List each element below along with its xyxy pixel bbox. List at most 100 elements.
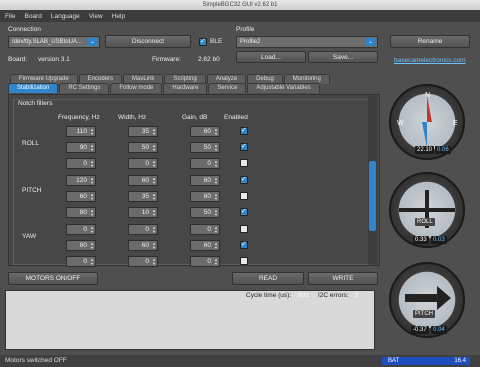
pitch-readout-b: 0.04: [431, 326, 447, 334]
menu-board[interactable]: Board: [24, 13, 41, 20]
notch-spinner[interactable]: 80 ▲ ▼: [190, 191, 220, 202]
window-title: SimpleBGC32 GUI v2.62 b1: [0, 0, 480, 10]
menu-view[interactable]: View: [89, 13, 103, 20]
enabled-checkbox[interactable]: [240, 175, 248, 184]
spinner-arrows-icon[interactable]: ▲ ▼: [214, 144, 218, 152]
spinner-arrows-icon[interactable]: ▲ ▼: [214, 160, 218, 168]
port-select[interactable]: /dev/tty.SLAB_USBtoUA... ⌄: [8, 36, 100, 48]
load-button[interactable]: Load...: [236, 51, 306, 63]
tab-service[interactable]: Service: [208, 83, 247, 93]
write-button[interactable]: WRITE: [308, 272, 378, 285]
enabled-checkbox[interactable]: [240, 240, 248, 249]
notch-spinner[interactable]: 60 ▲ ▼: [190, 240, 220, 251]
spinner-arrows-icon[interactable]: ▲ ▼: [90, 144, 94, 152]
spinner-arrows-icon[interactable]: ▲ ▼: [214, 177, 218, 185]
notch-spinner[interactable]: 90 ▲ ▼: [66, 142, 96, 153]
spinner-arrows-icon[interactable]: ▲ ▼: [214, 242, 218, 250]
spinner-arrows-icon[interactable]: ▲ ▼: [214, 128, 218, 136]
spinner-arrows-icon[interactable]: ▲ ▼: [214, 226, 218, 234]
enabled-checkbox[interactable]: [240, 159, 248, 167]
notch-spinner[interactable]: 0 ▲ ▼: [190, 256, 220, 267]
notch-spinner[interactable]: 60 ▲ ▼: [66, 191, 96, 202]
website-link[interactable]: basecamelectronics.com: [394, 57, 466, 64]
notch-spinner[interactable]: 80 ▲ ▼: [66, 207, 96, 218]
enabled-checkbox[interactable]: [240, 192, 248, 200]
enabled-checkbox[interactable]: [240, 126, 248, 135]
notch-spinner[interactable]: 0 ▲ ▼: [66, 158, 96, 169]
spinner-arrows-icon[interactable]: ▲ ▼: [152, 226, 156, 234]
spinner-arrows-icon[interactable]: ▲ ▼: [214, 258, 218, 266]
notch-spinner[interactable]: 0 ▲ ▼: [66, 224, 96, 235]
spinner-arrows-icon[interactable]: ▲ ▼: [214, 209, 218, 217]
spinner-value: 80: [79, 209, 87, 216]
motors-toggle-button[interactable]: MOTORS ON/OFF: [8, 272, 98, 285]
notch-spinner[interactable]: 60 ▲ ▼: [190, 175, 220, 186]
notch-spinner[interactable]: 0 ▲ ▼: [190, 158, 220, 169]
port-value: /dev/tty.SLAB_USBtoUA...: [12, 39, 82, 45]
spinner-arrows-icon[interactable]: ▲ ▼: [152, 160, 156, 168]
spinner-arrows-icon[interactable]: ▲ ▼: [90, 177, 94, 185]
enabled-checkbox[interactable]: [240, 257, 248, 265]
profile-label: Profile: [236, 26, 255, 33]
spinner-value: 10: [141, 209, 149, 216]
spinner-arrows-icon[interactable]: ▲ ▼: [152, 209, 156, 217]
rename-button[interactable]: Rename: [390, 35, 470, 48]
tab-follow-mode[interactable]: Follow mode: [110, 83, 163, 93]
spinner-value: 90: [79, 144, 87, 151]
notch-spinner[interactable]: 80 ▲ ▼: [66, 240, 96, 251]
notch-spinner[interactable]: 50 ▲ ▼: [190, 142, 220, 153]
spinner-arrows-icon[interactable]: ▲ ▼: [90, 193, 94, 201]
notch-spinner[interactable]: 0 ▲ ▼: [128, 256, 158, 267]
spinner-value: 0: [207, 258, 211, 265]
enabled-checkbox[interactable]: [240, 225, 248, 233]
firmware-version: 2.62 b0: [198, 56, 220, 63]
panel-scrollbar[interactable]: [368, 96, 377, 264]
spinner-arrows-icon[interactable]: ▲ ▼: [90, 258, 94, 266]
tab-rc-settings[interactable]: RC Settings: [59, 83, 110, 93]
menu-help[interactable]: Help: [112, 13, 125, 20]
notch-spinner[interactable]: 0 ▲ ▼: [128, 224, 158, 235]
notch-spinner[interactable]: 35 ▲ ▼: [128, 191, 158, 202]
disconnect-button[interactable]: Disconnect: [105, 35, 191, 48]
menu-file[interactable]: File: [5, 13, 15, 20]
spinner-value: 50: [141, 144, 149, 151]
ble-checkbox[interactable]: [199, 37, 207, 46]
menu-language[interactable]: Language: [51, 13, 80, 20]
spinner-arrows-icon[interactable]: ▲ ▼: [90, 226, 94, 234]
spinner-value: 50: [203, 144, 211, 151]
spinner-arrows-icon[interactable]: ▲ ▼: [152, 242, 156, 250]
notch-spinner[interactable]: 110 ▲ ▼: [66, 126, 96, 137]
spinner-arrows-icon[interactable]: ▲ ▼: [214, 193, 218, 201]
notch-spinner[interactable]: 0 ▲ ▼: [66, 256, 96, 267]
spinner-arrows-icon[interactable]: ▲ ▼: [90, 128, 94, 136]
save-button[interactable]: Save...: [308, 51, 378, 63]
spinner-arrows-icon[interactable]: ▲ ▼: [152, 144, 156, 152]
tab-adjustable-variables[interactable]: Adjustable Variables: [247, 83, 320, 93]
notch-spinner[interactable]: 50 ▲ ▼: [190, 207, 220, 218]
spinner-arrows-icon[interactable]: ▲ ▼: [90, 242, 94, 250]
spinner-arrows-icon[interactable]: ▲ ▼: [152, 128, 156, 136]
notch-spinner[interactable]: 50 ▲ ▼: [128, 142, 158, 153]
notch-spinner[interactable]: 60 ▲ ▼: [128, 175, 158, 186]
notch-spinner[interactable]: 10 ▲ ▼: [128, 207, 158, 218]
scrollbar-thumb[interactable]: [369, 161, 376, 231]
notch-spinner[interactable]: 35 ▲ ▼: [128, 126, 158, 137]
enabled-checkbox[interactable]: [240, 142, 248, 151]
spinner-arrows-icon[interactable]: ▲ ▼: [152, 258, 156, 266]
notch-spinner[interactable]: 60 ▲ ▼: [128, 240, 158, 251]
tab-stabilization[interactable]: Stabilization: [8, 83, 59, 93]
spinner-arrows-icon[interactable]: ▲ ▼: [152, 193, 156, 201]
notch-spinner[interactable]: 60 ▲ ▼: [190, 126, 220, 137]
profile-select[interactable]: Profile2 ⌄: [236, 36, 378, 48]
axis-pitch-label: PITCH: [22, 187, 42, 194]
spinner-arrows-icon[interactable]: ▲ ▼: [90, 209, 94, 217]
notch-spinner[interactable]: 0 ▲ ▼: [128, 158, 158, 169]
spinner-value: 80: [203, 193, 211, 200]
read-button[interactable]: READ: [232, 272, 304, 285]
spinner-arrows-icon[interactable]: ▲ ▼: [152, 177, 156, 185]
enabled-checkbox[interactable]: [240, 207, 248, 216]
spinner-arrows-icon[interactable]: ▲ ▼: [90, 160, 94, 168]
notch-spinner[interactable]: 0 ▲ ▼: [190, 224, 220, 235]
notch-spinner[interactable]: 120 ▲ ▼: [66, 175, 96, 186]
tab-hardware[interactable]: Hardware: [163, 83, 208, 93]
